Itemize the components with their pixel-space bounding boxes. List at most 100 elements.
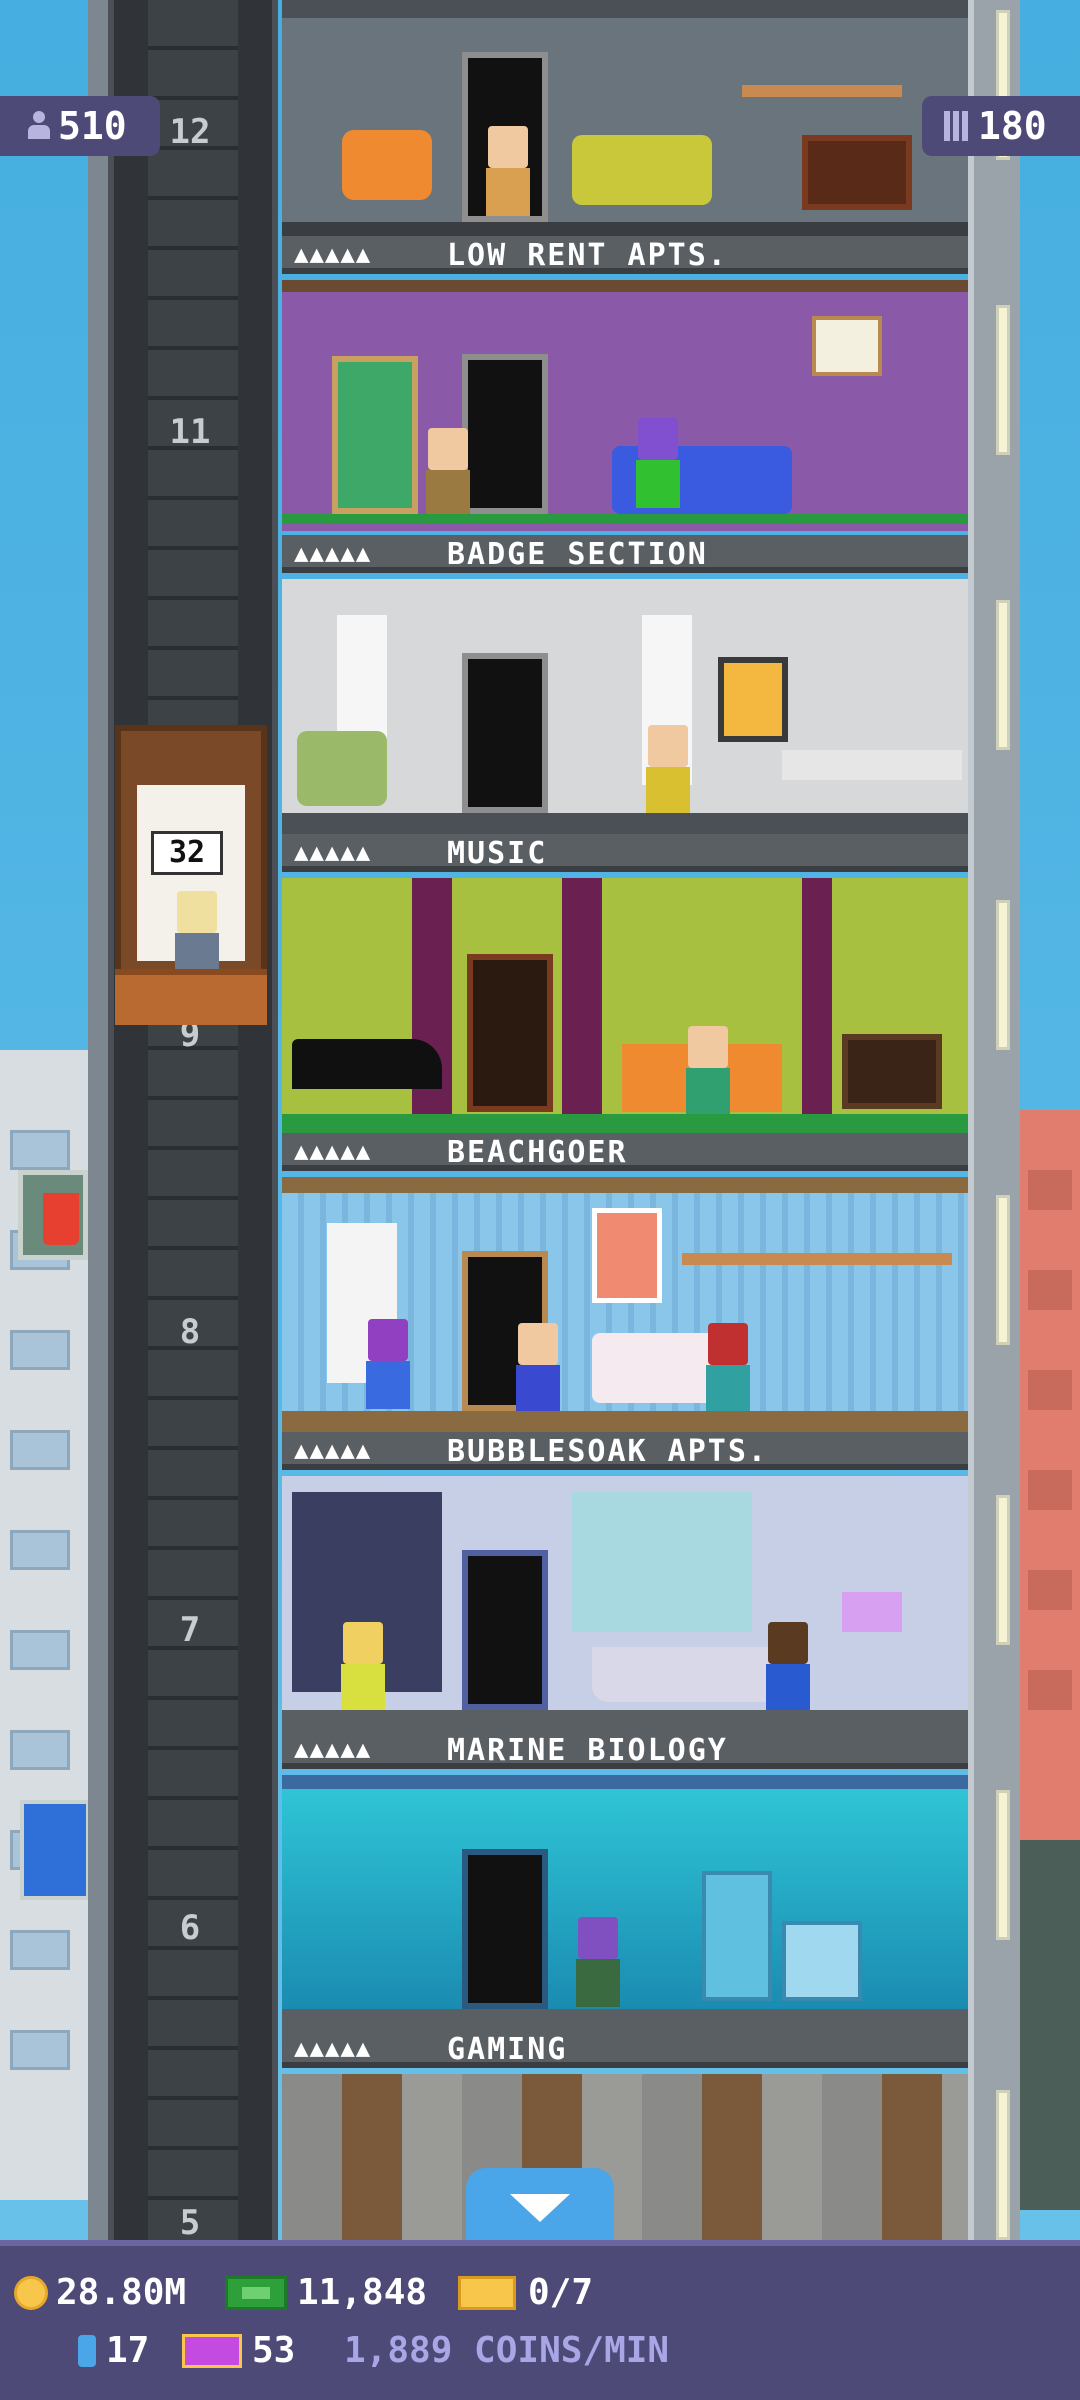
tickets-display[interactable]: 0/7 (458, 2272, 593, 2313)
floor-label-bar: ▲▲▲▲▲ GAMING (282, 2030, 968, 2068)
shaft-floor-number: 8 (179, 1312, 201, 1352)
vip-display[interactable]: 53 (182, 2330, 295, 2371)
floor-name: BEACHGOER (447, 1135, 628, 1170)
elevator-passenger-count: 32 (151, 831, 223, 875)
shaft-floor-number: 5 (179, 2203, 201, 2243)
floor-label-bar: ▲▲▲▲▲ LOW RENT APTS. (282, 236, 968, 274)
resident[interactable] (642, 725, 692, 815)
shaft-floor-number: 6 (179, 1908, 201, 1948)
floor-stars: ▲▲▲▲▲ (294, 1137, 372, 1165)
tower-frame-left (88, 0, 108, 2245)
curtains (572, 1492, 752, 1632)
room-door (462, 1849, 548, 2009)
orange-armchair (342, 130, 432, 200)
fries-billboard (18, 1170, 88, 1260)
floor-label-bar: ▲▲▲▲▲ BADGE SECTION (282, 535, 968, 573)
floor-8[interactable]: ▲▲▲▲▲ BEACHGOER (282, 1133, 968, 1432)
floor-name: MARINE BIOLOGY (447, 1733, 728, 1768)
floor-11[interactable]: ▲▲▲▲▲ LOW RENT APTS. (282, 236, 968, 535)
resident[interactable] (762, 1622, 812, 1712)
resident[interactable] (482, 126, 532, 216)
green-door (332, 356, 418, 514)
fries-icon (43, 1193, 79, 1245)
floor-6[interactable]: ▲▲▲▲▲ MARINE BIOLOGY (282, 1731, 968, 2030)
cylinder-icon (78, 2334, 96, 2367)
floor-stars: ▲▲▲▲▲ (294, 838, 372, 866)
room-door (467, 954, 553, 1112)
floor-stars: ▲▲▲▲▲ (294, 1436, 372, 1464)
sunset-poster (592, 1208, 662, 1303)
grand-piano (292, 1039, 442, 1089)
bux-value: 11,848 (297, 2272, 428, 2313)
shaft-floor-number: 11 (169, 412, 211, 452)
city-building-right-dark (1020, 1840, 1080, 2210)
floor-name: BADGE SECTION (447, 537, 708, 572)
lamp (842, 1592, 902, 1632)
resident[interactable] (337, 1622, 387, 1712)
floor-room-12[interactable] (282, 0, 968, 236)
elevator-passenger (171, 891, 221, 981)
shelf (682, 1253, 952, 1265)
fridge (702, 1871, 772, 2001)
floor-stars: ▲▲▲▲▲ (294, 240, 372, 268)
shaft-floor-number: 7 (179, 1610, 201, 1650)
tv (802, 135, 912, 210)
controller-poster (812, 316, 882, 376)
tickets-value: 0/7 (528, 2272, 594, 2313)
bux-icon (225, 2275, 287, 2310)
ticket-icon (458, 2275, 516, 2310)
coins-rate: 1,889 COINS/MIN (344, 2330, 670, 2371)
resident[interactable] (682, 1026, 732, 1116)
person-icon (26, 111, 52, 141)
floor-stars: ▲▲▲▲▲ (294, 2034, 372, 2062)
fireplace (842, 1034, 942, 1109)
floor-label-bar: ▲▲▲▲▲ BEACHGOER (282, 1133, 968, 1171)
coins-value: 28.80M (56, 2272, 187, 2313)
floor-name: GAMING (447, 2032, 568, 2067)
yellow-sofa (572, 135, 712, 205)
cylinders-value: 17 (106, 2330, 150, 2371)
room-door (462, 1550, 548, 1710)
floor-10[interactable]: ▲▲▲▲▲ BADGE SECTION (282, 535, 968, 834)
room-door (462, 653, 548, 813)
bux-display[interactable]: 11,848 (225, 2272, 427, 2313)
cylinders-display[interactable]: 17 (78, 2330, 149, 2371)
tower-frame-right (968, 0, 1020, 2245)
floor-name: MUSIC (447, 836, 548, 871)
marine-room (282, 1775, 968, 2014)
floor-label-bar: ▲▲▲▲▲ BUBBLESOAK APTS. (282, 1432, 968, 1470)
green-armchair (297, 731, 387, 806)
resident[interactable] (632, 418, 682, 508)
floor-name: LOW RENT APTS. (447, 238, 728, 273)
vip-value: 53 (252, 2330, 296, 2371)
population-counter[interactable]: 510 (0, 96, 160, 156)
floor-stars: ▲▲▲▲▲ (294, 1735, 372, 1763)
coin-icon (14, 2275, 48, 2310)
floor-5[interactable]: ▲▲▲▲▲ GAMING (282, 2030, 968, 2245)
floor-counter[interactable]: 180 (922, 96, 1080, 156)
chevron-down-icon (510, 2194, 570, 2222)
floor-7[interactable]: ▲▲▲▲▲ BUBBLESOAK APTS. (282, 1432, 968, 1731)
resident[interactable] (572, 1917, 622, 2007)
gaming-room (282, 2074, 968, 2245)
resident[interactable] (422, 428, 472, 518)
resident[interactable] (362, 1319, 412, 1409)
kitchen-counter (782, 750, 962, 780)
population-value: 510 (58, 104, 127, 148)
floor-9[interactable]: ▲▲▲▲▲ MUSIC (282, 834, 968, 1133)
elevator-car[interactable]: 32 (115, 725, 267, 1025)
resident[interactable] (702, 1323, 752, 1413)
vip-icon (182, 2333, 242, 2368)
bottom-status-bar: 28.80M 11,848 0/7 17 53 1,889 COINS/MIN (0, 2240, 1080, 2400)
scroll-down-button[interactable] (466, 2168, 614, 2248)
coins-display[interactable]: 28.80M (14, 2272, 186, 2313)
floor-label-bar: ▲▲▲▲▲ MUSIC (282, 834, 968, 872)
stove (782, 1921, 862, 2001)
elevator-base (115, 969, 267, 1025)
wall-art (718, 657, 788, 742)
room-door (462, 354, 548, 514)
shaft-floor-number: 12 (169, 112, 211, 152)
bookshelf (742, 85, 902, 97)
floors-icon (944, 111, 970, 141)
resident[interactable] (512, 1323, 562, 1413)
